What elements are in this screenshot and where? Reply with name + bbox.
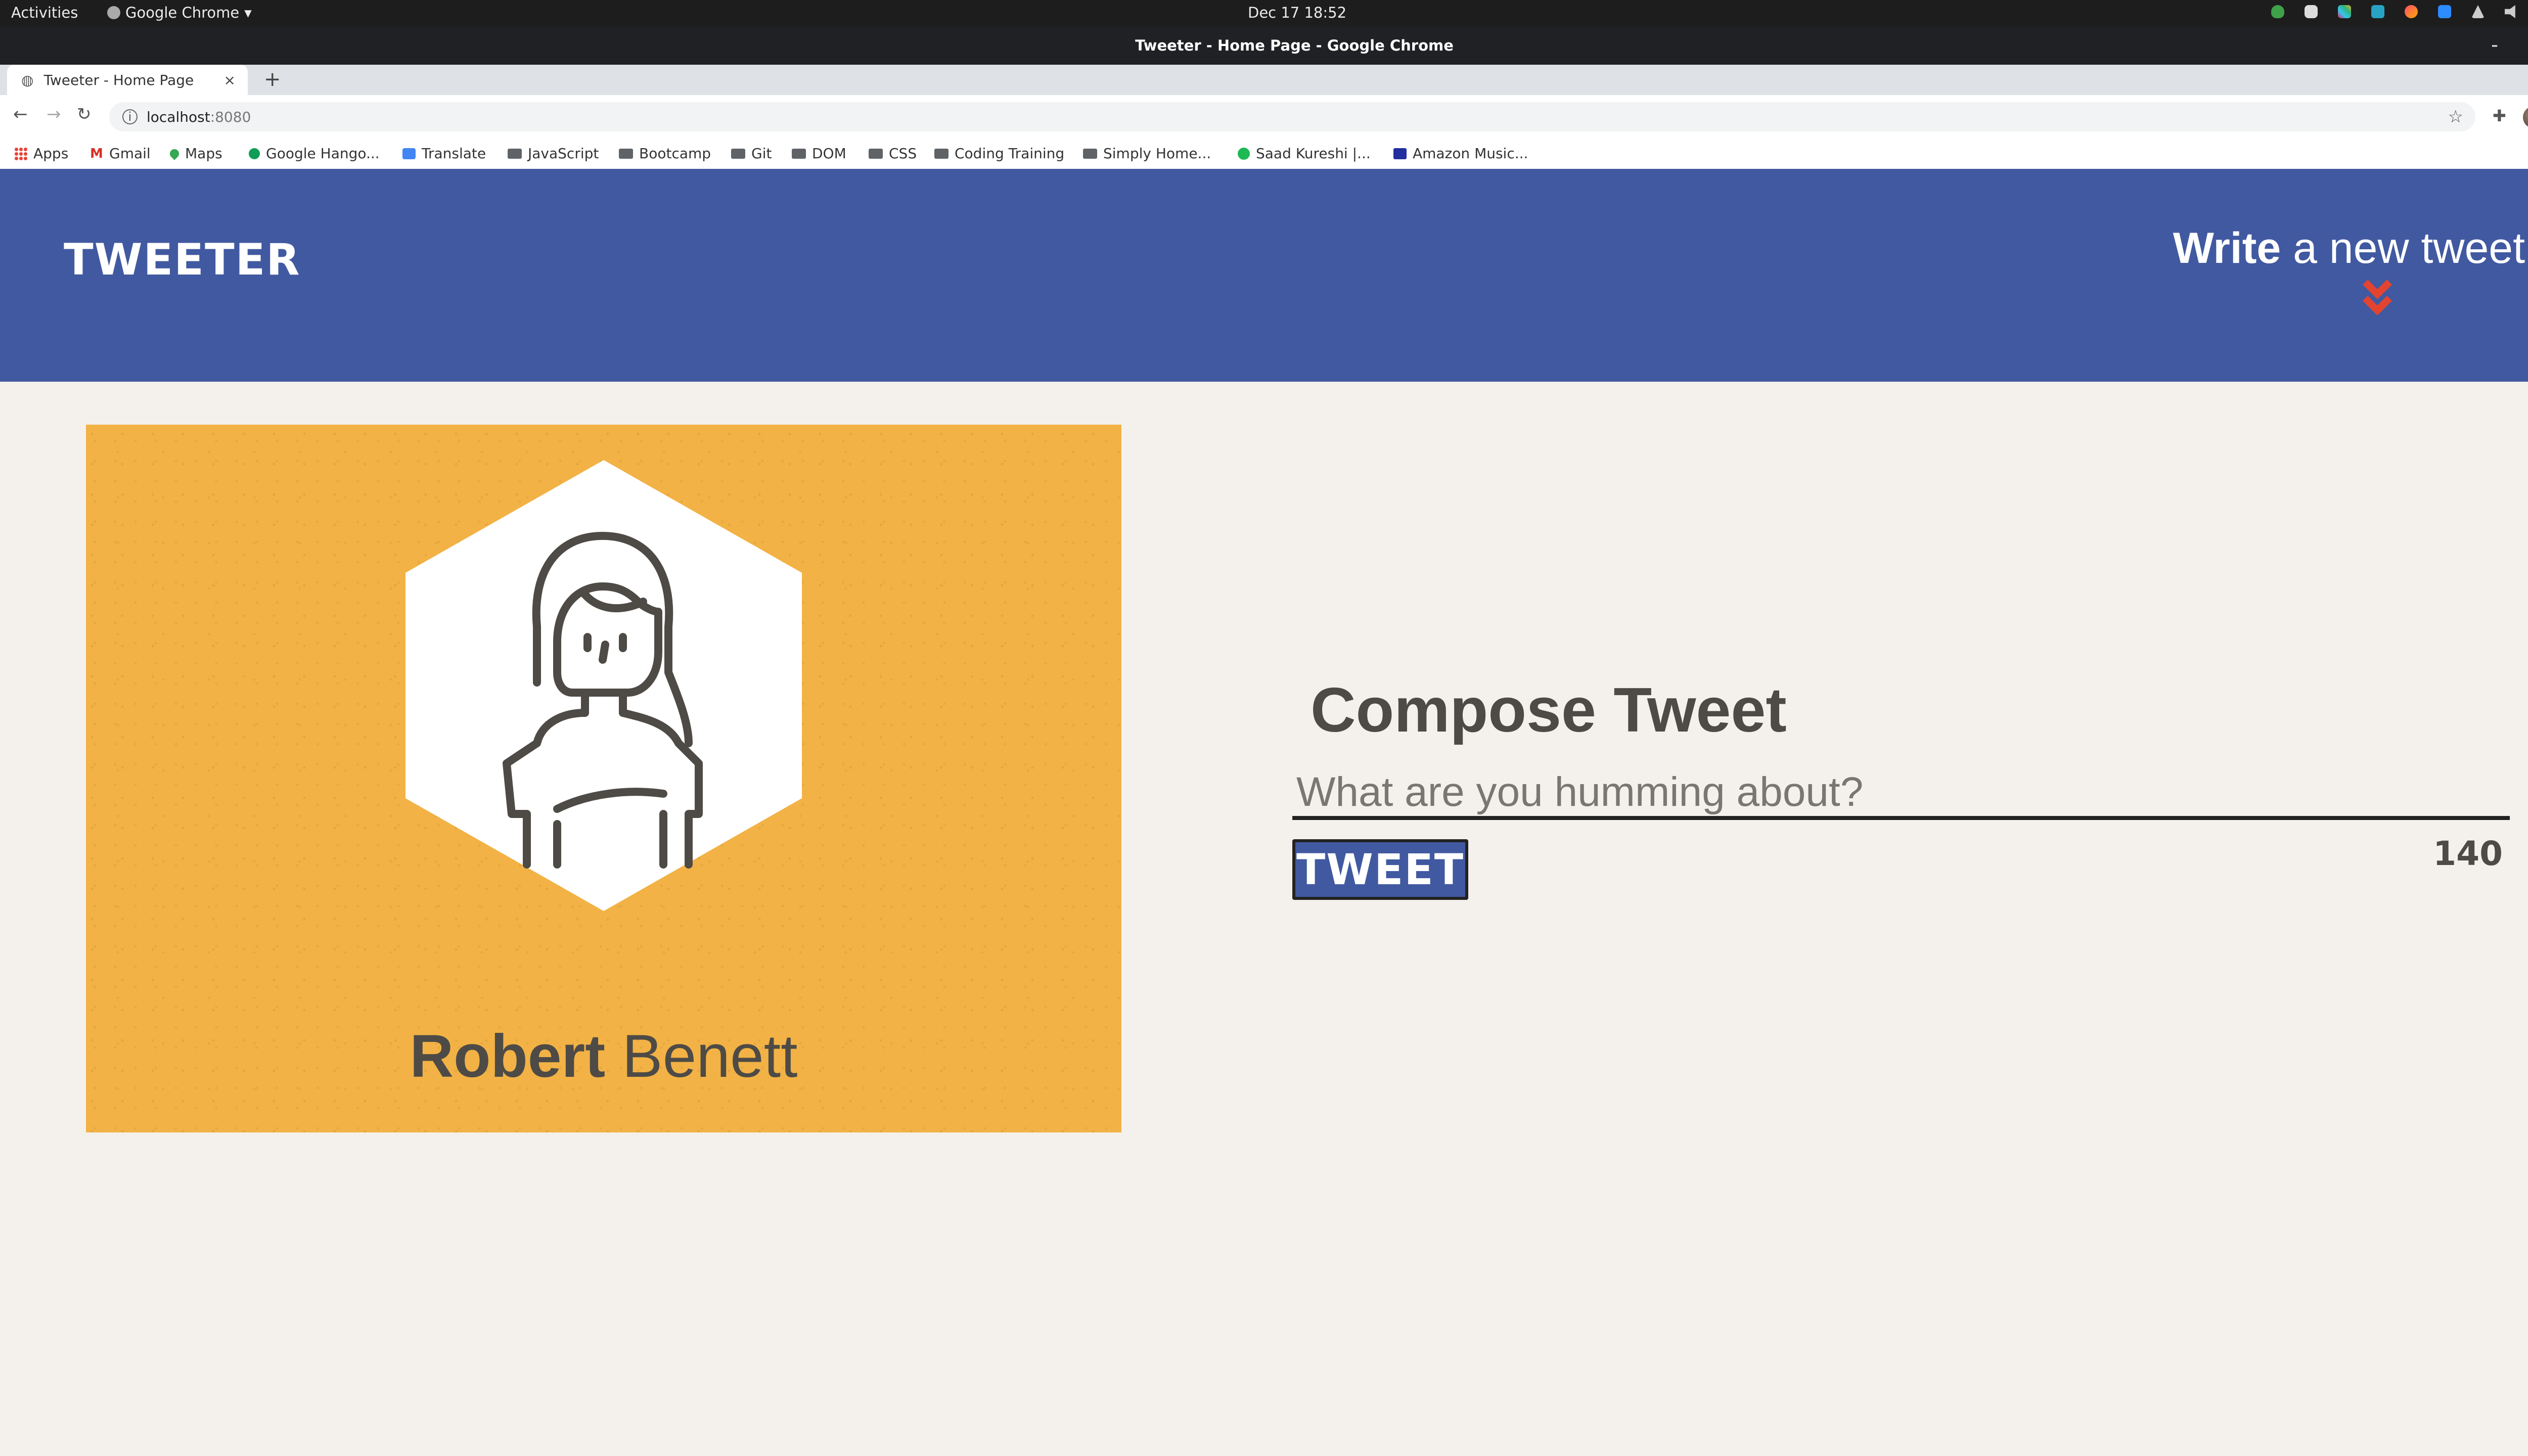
bookmark-gmail[interactable]: M Gmail [90, 145, 151, 162]
zoom-icon[interactable] [2438, 5, 2451, 18]
bookmark-star-icon[interactable]: ☆ [2448, 107, 2463, 127]
reload-icon[interactable]: ↻ [77, 104, 92, 124]
write-new-tweet-toggle[interactable]: Write a new tweet [2173, 223, 2525, 274]
app-menu-label: Google Chrome [125, 4, 240, 21]
bookmark-bootcamp[interactable]: Bootcamp [619, 145, 711, 162]
bookmark-label: Apps [33, 145, 69, 162]
bookmarks-bar: Apps M Gmail Maps Google Hango... Transl… [0, 139, 2528, 169]
last-name: Benett [605, 1022, 798, 1090]
character-counter: 140 [2433, 834, 2503, 873]
bookmark-label: Amazon Music... [1413, 145, 1528, 162]
bookmark-javascript[interactable]: JavaScript [508, 145, 599, 162]
tweet-text-input[interactable] [1292, 768, 2510, 820]
avatar [405, 460, 802, 911]
bookmark-label: Coding Training [955, 145, 1065, 162]
tab-close-icon[interactable]: × [224, 72, 236, 88]
folder-icon [508, 148, 522, 159]
bookmark-label: Simply Home... [1103, 145, 1211, 162]
folder-icon [1083, 148, 1097, 159]
system-tray [2271, 5, 2528, 18]
bookmark-label: Gmail [109, 145, 151, 162]
app-icon[interactable] [2371, 5, 2384, 18]
volume-icon[interactable] [2505, 5, 2515, 18]
folder-icon [731, 148, 745, 159]
globe-icon: ◍ [21, 71, 34, 88]
app-menu[interactable]: Google Chrome ▾ [107, 4, 252, 21]
os-top-bar: Activities Google Chrome ▾ Dec 17 18:52 [0, 0, 2528, 26]
activities-button[interactable]: Activities [11, 4, 78, 21]
profile-avatar[interactable] [2523, 106, 2528, 128]
bookmark-label: CSS [889, 145, 917, 162]
amazon-music-icon [1393, 148, 1407, 159]
write-label: Write [2173, 224, 2281, 272]
url-host: localhost [147, 108, 210, 125]
bookmark-hangouts[interactable]: Google Hango... [249, 145, 380, 162]
app-icon[interactable] [2405, 5, 2418, 18]
page-content: TWEETER Write a new tweet Robert Benett … [0, 169, 2528, 1456]
clock[interactable]: Dec 17 18:52 [1248, 4, 1346, 21]
site-navbar: TWEETER Write a new tweet [0, 169, 2528, 382]
new-tab-button[interactable]: + [264, 68, 281, 91]
bookmark-label: Git [751, 145, 772, 162]
bookmark-simply-home[interactable]: Simply Home... [1083, 145, 1211, 162]
bookmark-label: JavaScript [528, 145, 599, 162]
minimize-button[interactable]: – [2485, 35, 2505, 56]
folder-icon [934, 148, 949, 159]
bookmark-label: Google Hango... [266, 145, 380, 162]
site-logo[interactable]: TWEETER [64, 235, 301, 285]
gmail-icon: M [90, 146, 103, 161]
bookmark-saad-kureshi[interactable]: Saad Kureshi |... [1238, 145, 1371, 162]
bookmark-css[interactable]: CSS [869, 145, 917, 162]
chrome-icon [107, 6, 120, 19]
compose-tweet-heading: Compose Tweet [1311, 675, 1787, 745]
bookmark-label: Translate [422, 145, 486, 162]
tab-tweeter[interactable]: ◍ Tweeter - Home Page × [7, 65, 248, 95]
browser-toolbar: ← → ↻ i localhost :8080 ☆ ✚ ⋮ [0, 95, 2528, 139]
tweet-submit-button[interactable]: TWEET [1292, 839, 1468, 900]
profile-card: Robert Benett [86, 425, 1121, 1132]
bookmark-amazon-music[interactable]: Amazon Music... [1393, 145, 1528, 162]
new-tweet-label: a new tweet [2281, 224, 2525, 272]
tab-strip: ◍ Tweeter - Home Page × + [0, 65, 2528, 95]
network-icon[interactable] [2471, 5, 2485, 18]
bookmark-translate[interactable]: Translate [402, 145, 486, 162]
window-titlebar: Tweeter - Home Page - Google Chrome – ▫ … [0, 26, 2528, 65]
tab-title: Tweeter - Home Page [43, 71, 194, 88]
bookmark-dom[interactable]: DOM [792, 145, 846, 162]
back-icon[interactable]: ← [13, 104, 28, 124]
bookmark-label: Saad Kureshi |... [1256, 145, 1371, 162]
address-bar[interactable]: i localhost :8080 ☆ [109, 102, 2475, 131]
extensions-icon[interactable]: ✚ [2493, 106, 2506, 125]
translate-icon [402, 148, 416, 159]
forward-icon[interactable]: → [47, 104, 61, 124]
url-port: :8080 [210, 108, 251, 125]
double-chevron-down-icon[interactable] [2362, 279, 2392, 316]
spotify-icon [1238, 147, 1250, 160]
folder-icon [792, 148, 806, 159]
bookmark-label: Bootcamp [639, 145, 711, 162]
restore-button[interactable]: ▫ [2523, 35, 2528, 56]
hangouts-icon [249, 148, 260, 159]
bookmark-label: DOM [812, 145, 846, 162]
bookmark-coding-training[interactable]: Coding Training [934, 145, 1064, 162]
slack-icon[interactable] [2338, 5, 2351, 18]
folder-icon [869, 148, 883, 159]
bookmark-git[interactable]: Git [731, 145, 772, 162]
window-title: Tweeter - Home Page - Google Chrome [1135, 37, 1454, 54]
discord-icon[interactable] [2305, 5, 2318, 18]
shield-icon[interactable] [2271, 5, 2284, 18]
maps-pin-icon [168, 147, 181, 160]
bookmark-label: Maps [185, 145, 222, 162]
apps-grid-icon [14, 147, 27, 160]
profile-name: Robert Benett [86, 1021, 1121, 1091]
first-name: Robert [410, 1022, 606, 1090]
bookmark-maps[interactable]: Maps [168, 145, 222, 162]
chevron-down-icon: ▾ [244, 4, 252, 21]
site-info-icon[interactable]: i [122, 109, 138, 124]
bookmark-apps[interactable]: Apps [14, 145, 68, 162]
folder-icon [619, 148, 633, 159]
